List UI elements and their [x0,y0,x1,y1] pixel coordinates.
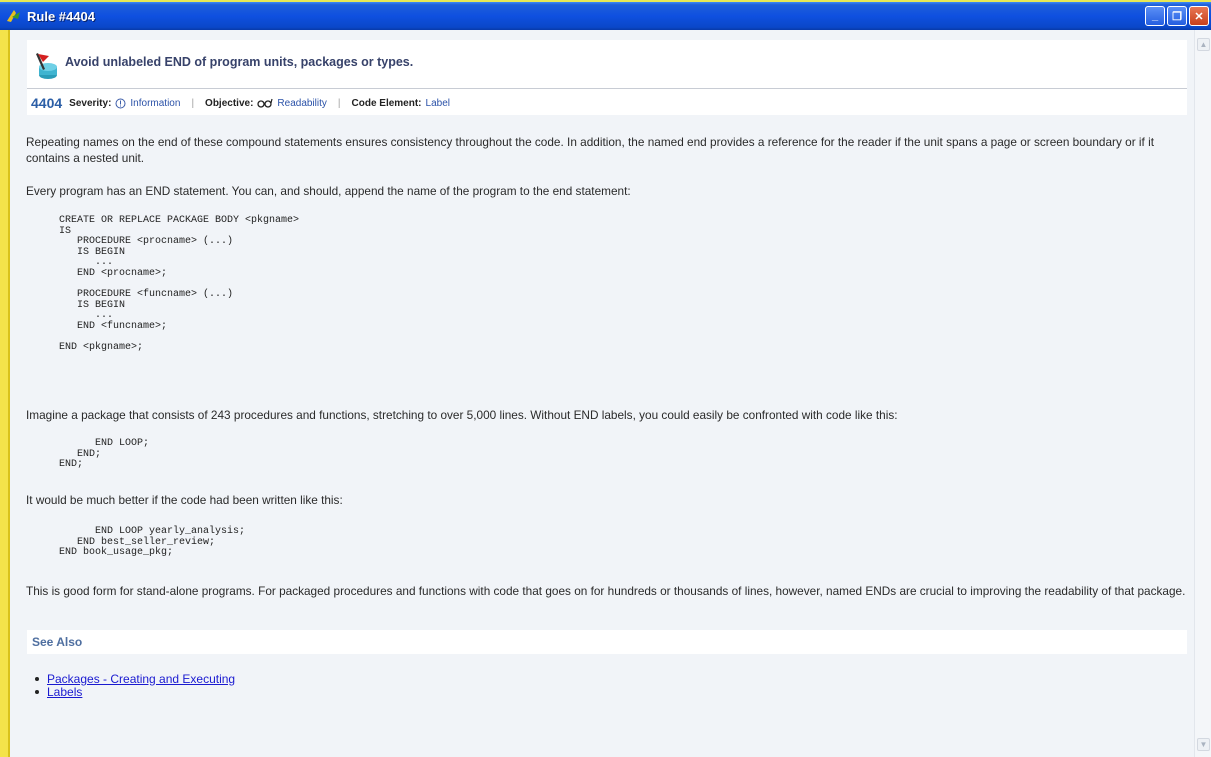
code-block-package: CREATE OR REPLACE PACKAGE BODY <pkgname>… [59,215,300,354]
bullet-icon [35,689,39,694]
title-bar: Rule #4404 _ ❐ ✕ [0,0,1211,30]
rule-meta: 4404 Severity: Information | Objective: … [31,95,450,111]
see-also-links: Packages - Creating and Executing Labels [35,672,235,699]
app-icon [7,10,20,22]
severity-value[interactable]: Information [130,98,180,109]
paragraph-better: It would be much better if the code had … [26,493,343,507]
paragraph-imagine: Imagine a package that consists of 243 p… [26,408,898,422]
code-element-label: Code Element: [351,97,422,109]
paragraph-good-form: This is good form for stand-alone progra… [26,584,1186,598]
severity-label: Severity: [69,97,112,109]
scroll-down-icon[interactable]: ▼ [1197,738,1210,751]
glasses-icon [257,98,273,108]
rule-title: Avoid unlabeled END of program units, pa… [65,55,414,69]
bullet-icon [35,676,39,681]
code-element-value[interactable]: Label [426,98,450,109]
vertical-scrollbar[interactable]: ▲ ▼ [1194,30,1211,757]
link-labels[interactable]: Labels [47,685,82,699]
list-item: Packages - Creating and Executing [35,672,235,686]
maximize-button[interactable]: ❐ [1167,6,1187,26]
divider [27,88,1187,89]
list-item: Labels [35,685,235,699]
rule-number: 4404 [31,95,63,111]
code-block-labeled: END LOOP yearly_analysis; END best_selle… [59,526,246,559]
link-packages[interactable]: Packages - Creating and Executing [47,672,235,686]
minimize-button[interactable]: _ [1145,6,1165,26]
left-border [0,30,10,757]
rule-header: Avoid unlabeled END of program units, pa… [27,40,1187,115]
paragraph-end-statement: Every program has an END statement. You … [26,184,631,198]
rule-icon [36,53,57,79]
objective-label: Objective: [205,97,254,109]
code-block-unlabeled: END LOOP; END; END; [59,438,150,471]
info-icon [115,98,126,108]
close-button[interactable]: ✕ [1189,6,1209,26]
objective-value[interactable]: Readability [277,98,326,109]
window-title: Rule #4404 [27,8,95,24]
paragraph-intro: Repeating names on the end of these comp… [26,135,1154,165]
see-also-heading: See Also [32,635,83,649]
see-also-section: See Also [27,630,1187,654]
scroll-up-icon[interactable]: ▲ [1197,38,1210,51]
